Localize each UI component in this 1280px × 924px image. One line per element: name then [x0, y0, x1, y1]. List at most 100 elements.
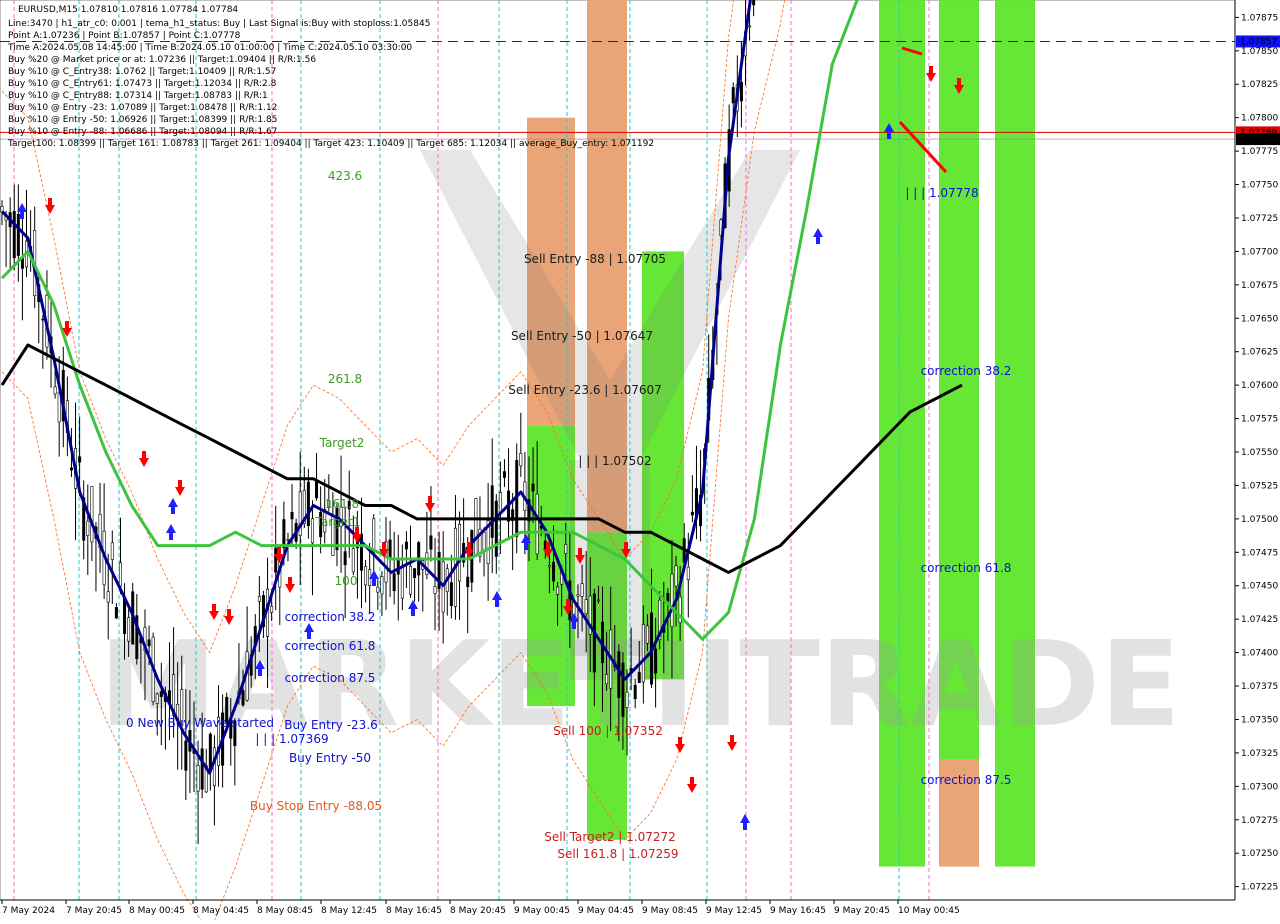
candle-body [494, 500, 498, 557]
annotation-label: correction 87.5 [921, 773, 1012, 787]
info-line: Buy %10 @ Entry -88: 1.06686 || Target:1… [8, 127, 277, 137]
candle-body [310, 518, 314, 544]
candle-body [654, 648, 658, 674]
candle-body [633, 684, 637, 700]
x-tick-label: 7 May 20:45 [66, 906, 122, 916]
y-tick-label: 1.07775 [1241, 147, 1278, 157]
candle-body [409, 565, 413, 595]
candle-body [241, 690, 245, 706]
candle-body [196, 765, 200, 792]
candle-body [12, 210, 16, 259]
price-marker-label: 1.07857 [1240, 37, 1277, 47]
x-tick-label: 9 May 08:45 [642, 906, 698, 916]
info-line: Time A:2024.05.08 14:45:00 | Time B:2024… [7, 43, 412, 53]
candle-body [531, 483, 535, 492]
candle-body [404, 541, 408, 550]
x-tick-label: 9 May 12:45 [706, 906, 762, 916]
candle-body [645, 625, 649, 644]
candle-body [433, 586, 437, 594]
candle-body [147, 639, 151, 647]
candle-body [621, 662, 625, 717]
candle-body [502, 471, 506, 478]
chart-canvas[interactable]: MARKETIITRADE 423.6261.8Target2161.8Targ… [0, 0, 1280, 924]
candle-body [498, 492, 502, 514]
candle-body [208, 733, 212, 771]
annotation-label: correction 61.8 [921, 561, 1012, 575]
info-line: Buy %20 @ Market price or at: 1.07236 ||… [8, 55, 316, 65]
candle-body [16, 214, 20, 256]
candle-body [118, 562, 122, 587]
candle-body [637, 672, 641, 684]
y-tick-label: 1.07500 [1241, 515, 1278, 525]
annotation-label: 0 New Buy Wave started [126, 716, 274, 730]
y-tick-label: 1.07275 [1241, 816, 1278, 826]
candle-body [400, 566, 404, 599]
candle-body [159, 691, 163, 698]
candle-body [274, 547, 278, 573]
annotation-label: correction 38.2 [285, 610, 376, 624]
annotation-label: 161.8 [325, 497, 359, 511]
candle-body [556, 586, 560, 595]
candle-body [388, 539, 392, 558]
y-tick-label: 1.07525 [1241, 481, 1278, 491]
annotation-label: Sell Entry -88 | 1.07705 [524, 252, 666, 266]
candle-body [752, 0, 756, 6]
candle-body [200, 748, 204, 790]
candle-body [53, 386, 57, 395]
candle-body [184, 740, 188, 771]
candle-body [392, 573, 396, 592]
x-tick-label: 9 May 04:45 [578, 906, 634, 916]
ohlc-header: EURUSD,M15 1.07810 1.07816 1.07784 1.077… [18, 5, 238, 15]
candle-body [41, 318, 45, 321]
y-tick-label: 1.07700 [1241, 247, 1278, 257]
y-tick-label: 1.07750 [1241, 181, 1278, 191]
chart-root: MARKETIITRADE 423.6 261.8 Target2 161.8 Targ… [0, 0, 1280, 924]
candle-body [748, 25, 752, 28]
candle-body [474, 498, 478, 556]
y-tick-label: 1.07300 [1241, 782, 1278, 792]
annotation-label: | | | 1.07778 [905, 186, 978, 200]
candle-body [482, 531, 486, 551]
candle-body [343, 551, 347, 566]
y-tick-label: 1.07625 [1241, 348, 1278, 358]
y-tick-label: 1.07575 [1241, 415, 1278, 425]
candle-body [290, 511, 294, 520]
y-tick-label: 1.07225 [1241, 883, 1278, 893]
annotation-label: correction 38.2 [921, 364, 1012, 378]
y-tick-label: 1.07675 [1241, 281, 1278, 291]
candle-body [564, 544, 568, 554]
annotation-label: correction 61.8 [285, 639, 376, 653]
annotation-label: 100 [335, 574, 358, 588]
annotation-label: Sell 161.8 | 1.07259 [557, 847, 678, 861]
candle-body [584, 599, 588, 615]
annotation-label: Buy Stop Entry -88.05 [250, 799, 382, 813]
annotation-label: Sell 100 | 1.07352 [553, 724, 663, 738]
y-tick-label: 1.07800 [1241, 114, 1278, 124]
candle-body [670, 573, 674, 627]
info-line: Point A:1.07236 | Point B:1.07857 | Poin… [8, 31, 241, 41]
x-tick-label: 8 May 16:45 [386, 906, 442, 916]
candle-body [617, 651, 621, 698]
candle-body [90, 486, 94, 543]
x-tick-label: 8 May 00:45 [129, 906, 185, 916]
info-line: Target100: 1.08399 || Target 161: 1.0878… [7, 139, 654, 149]
candle-body [306, 481, 310, 526]
candle-body [380, 576, 384, 595]
annotation-label: 423.6 [328, 169, 362, 183]
info-line: Buy %10 @ C_Entry38: 1.0762 || Target:1.… [8, 67, 276, 77]
candle-body [605, 674, 609, 685]
y-tick-label: 1.07350 [1241, 715, 1278, 725]
candle-body [466, 576, 470, 588]
candle-body [535, 493, 539, 555]
y-tick-label: 1.07400 [1241, 649, 1278, 659]
candle-body [364, 566, 368, 586]
annotation-label: 261.8 [328, 372, 362, 386]
candle-body [106, 591, 110, 603]
y-tick-label: 1.07375 [1241, 682, 1278, 692]
annotation-label: | | | 1.07502 [578, 454, 651, 468]
annotation-label: Buy Entry -23.6 [284, 718, 378, 732]
candle-body [429, 535, 433, 550]
x-tick-label: 9 May 16:45 [770, 906, 826, 916]
candle-body [690, 511, 694, 516]
candle-body [413, 568, 417, 578]
